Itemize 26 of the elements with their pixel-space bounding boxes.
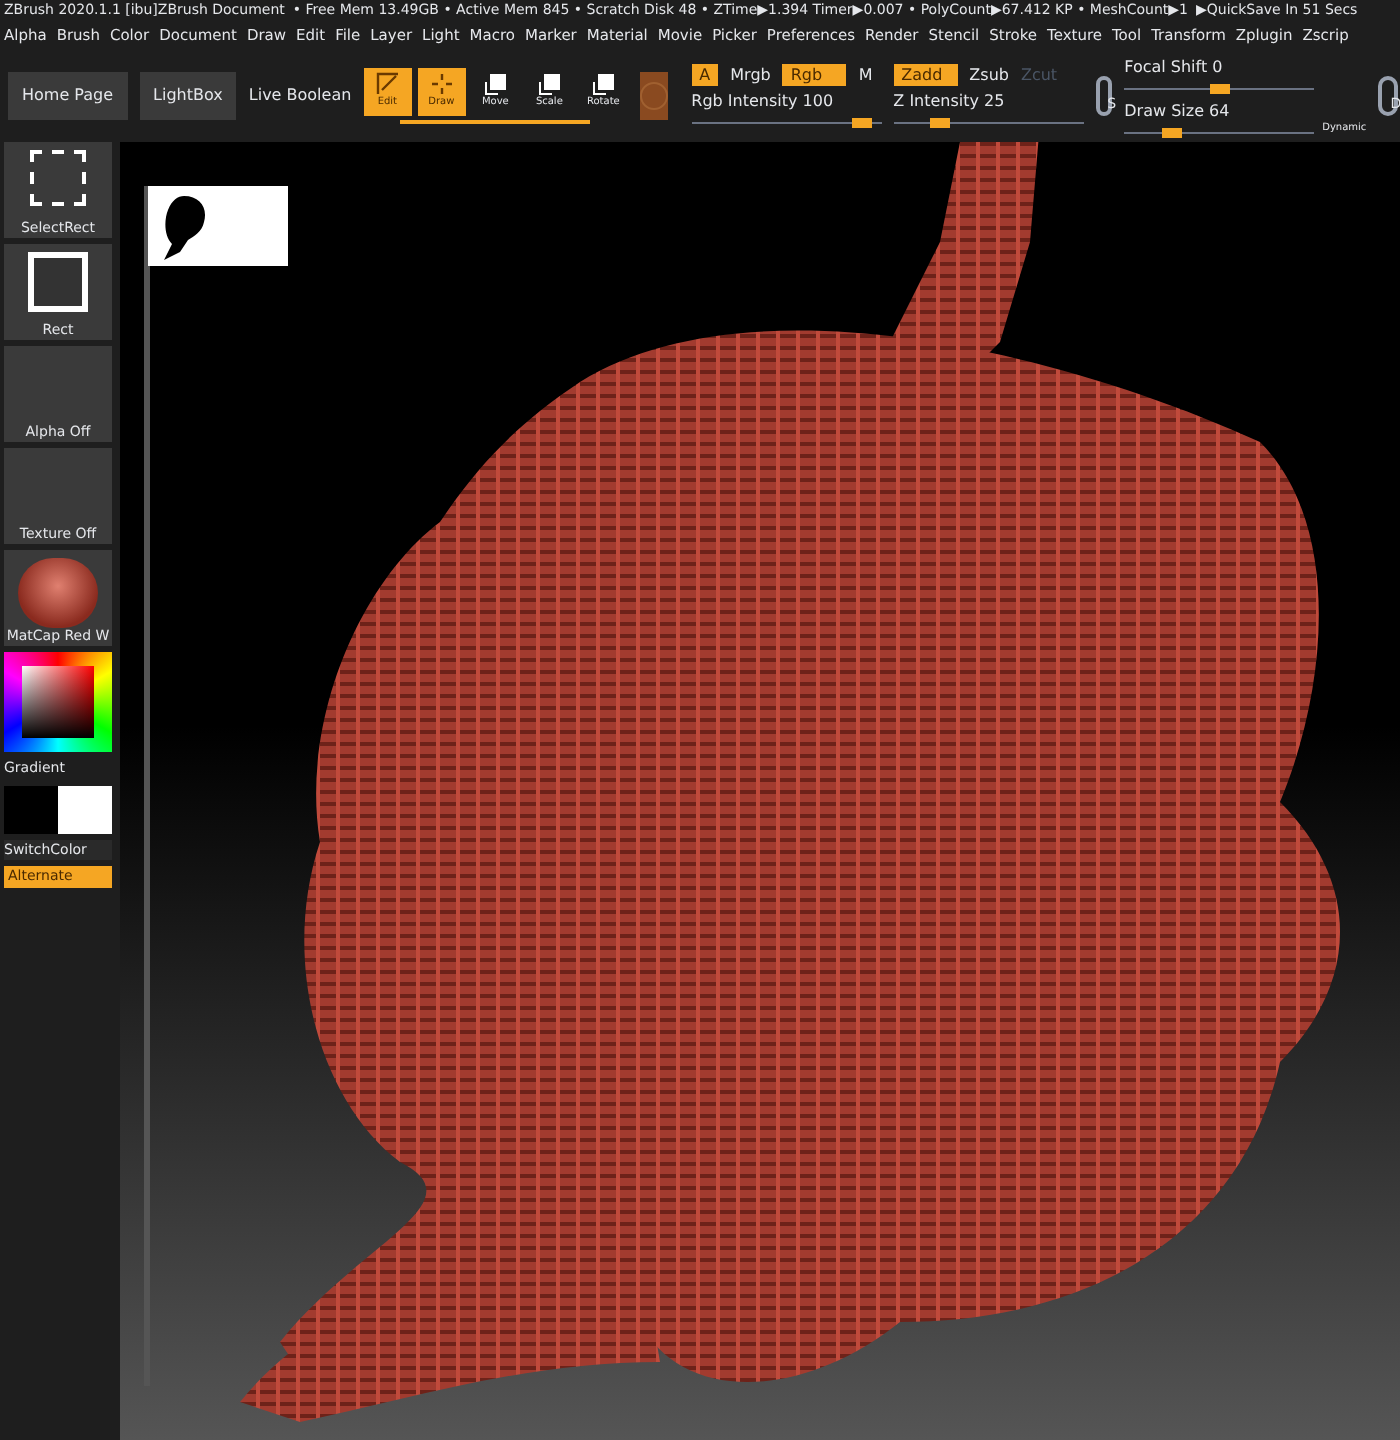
toggle-button[interactable]: A	[691, 64, 719, 86]
slider-label: Rgb Intensity 100	[691, 90, 836, 114]
toolbar-button[interactable]: Home Page	[8, 72, 128, 120]
secondary-color-swatch[interactable]	[58, 785, 112, 833]
toolbar-button[interactable]: LightBox	[139, 72, 237, 120]
slider-thumb[interactable]	[1209, 83, 1230, 93]
toggle-button[interactable]: Mrgb	[730, 64, 771, 86]
navigator-thumbnail[interactable]	[148, 186, 288, 266]
primary-color-swatch[interactable]	[4, 785, 58, 833]
toggle-button[interactable]: Rgb	[782, 64, 847, 86]
toggle-button[interactable]: Zadd	[893, 64, 958, 86]
pencil-icon	[375, 72, 400, 97]
slider-label: Focal Shift 0	[1124, 55, 1225, 79]
rectangle-icon	[28, 252, 88, 312]
material-swatch[interactable]	[639, 72, 668, 120]
toggle-button[interactable]: M	[858, 64, 873, 86]
dashed-rectangle-icon	[30, 150, 86, 206]
toggle-button[interactable]: Zsub	[969, 64, 1009, 86]
crosshair-icon	[429, 72, 454, 97]
color-picker[interactable]	[4, 652, 112, 752]
slider-thumb[interactable]	[1161, 127, 1182, 137]
slider-label: Z Intensity 25	[893, 90, 1007, 114]
slider-label: Draw Size 64	[1124, 99, 1232, 123]
toolbar-label: Live Boolean	[248, 84, 352, 108]
slider-thumb[interactable]	[930, 118, 951, 128]
slider-thumb[interactable]	[852, 118, 873, 128]
